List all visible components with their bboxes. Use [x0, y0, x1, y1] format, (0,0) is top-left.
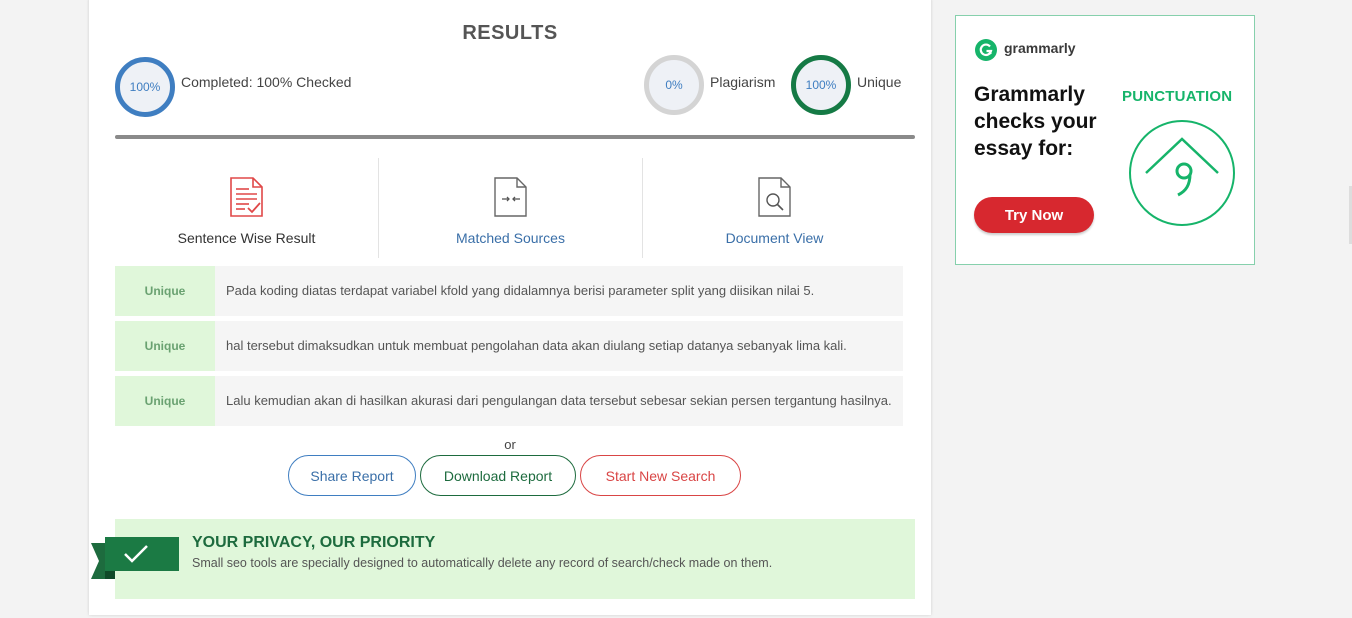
- plagiarism-label: Plagiarism: [710, 74, 776, 90]
- punctuation-comma-icon: [1128, 119, 1236, 232]
- tab-label: Document View: [725, 230, 824, 246]
- unique-circle: 100%: [791, 55, 851, 115]
- plagiarism-value: 0%: [665, 78, 683, 92]
- sentence-text: Lalu kemudian akan di hasilkan akurasi d…: [226, 393, 892, 408]
- privacy-banner: YOUR PRIVACY, OUR PRIORITY Small seo too…: [115, 519, 915, 599]
- grammarly-ad[interactable]: grammarly Grammarly checks your essay fo…: [955, 15, 1255, 265]
- completed-circle: 100%: [115, 57, 175, 117]
- unique-badge: Unique: [115, 376, 215, 426]
- completed-value: 100%: [129, 80, 161, 94]
- tab-sentence-wise-result[interactable]: Sentence Wise Result: [115, 160, 378, 259]
- progress-bar: [115, 135, 915, 139]
- results-title: RESULTS: [462, 22, 558, 44]
- sentence-text: hal tersebut dimaksudkan untuk membuat p…: [226, 338, 847, 353]
- privacy-text: Small seo tools are specially designed t…: [192, 556, 773, 570]
- download-report-button[interactable]: Download Report: [420, 455, 576, 496]
- checkmark-ribbon-icon: [91, 537, 183, 588]
- result-row: Unique hal tersebut dimaksudkan untuk me…: [115, 321, 903, 371]
- matched-sources-icon: [493, 176, 529, 223]
- ad-headline: Grammarly checks your essay for:: [974, 83, 1097, 160]
- plagiarism-circle: 0%: [644, 55, 704, 115]
- try-now-button[interactable]: Try Now: [974, 197, 1094, 233]
- tab-label: Matched Sources: [456, 230, 565, 246]
- completed-label: Completed: 100% Checked: [181, 74, 352, 90]
- tab-matched-sources[interactable]: Matched Sources: [379, 160, 642, 259]
- results-card: RESULTS 100% Completed: 100% Checked 0% …: [89, 0, 931, 615]
- or-separator: or: [504, 437, 516, 452]
- document-view-icon: [757, 176, 793, 223]
- unique-badge: Unique: [115, 321, 215, 371]
- sentence-result-icon: [229, 176, 265, 223]
- unique-badge: Unique: [115, 266, 215, 316]
- share-report-button[interactable]: Share Report: [288, 455, 416, 496]
- unique-value: 100%: [805, 78, 837, 92]
- privacy-title: YOUR PRIVACY, OUR PRIORITY: [192, 534, 436, 551]
- result-row: Unique Lalu kemudian akan di hasilkan ak…: [115, 376, 903, 426]
- start-new-search-button[interactable]: Start New Search: [580, 455, 741, 496]
- ad-tag: PUNCTUATION: [1122, 88, 1233, 105]
- tab-document-view[interactable]: Document View: [643, 160, 906, 259]
- grammarly-logo-icon: [974, 38, 998, 67]
- ad-brand: grammarly: [1004, 40, 1076, 56]
- sentence-text: Pada koding diatas terdapat variabel kfo…: [226, 283, 815, 298]
- unique-label: Unique: [857, 74, 902, 90]
- tab-label: Sentence Wise Result: [177, 230, 316, 246]
- result-row: Unique Pada koding diatas terdapat varia…: [115, 266, 903, 316]
